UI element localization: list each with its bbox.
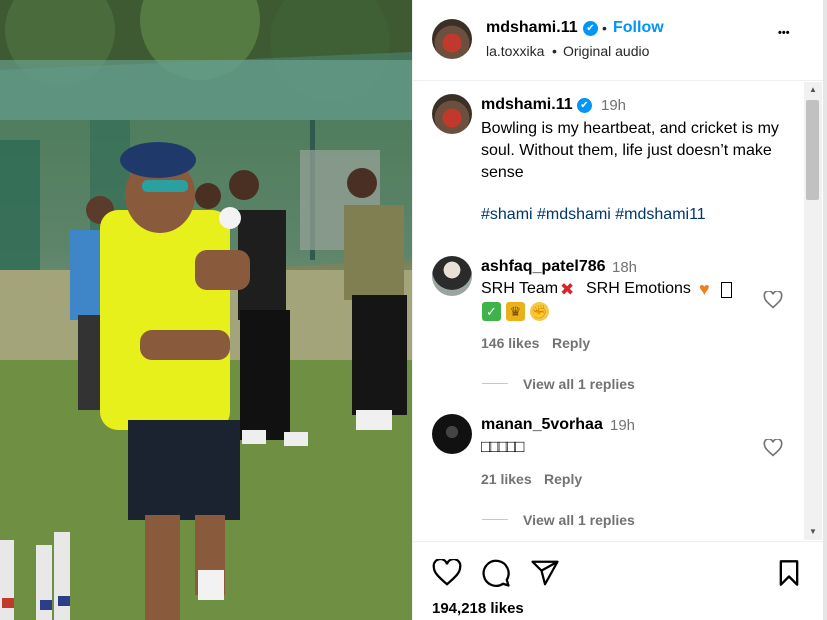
- trophy-icon: ♛: [506, 302, 525, 321]
- comment-like-heart-icon[interactable]: [763, 291, 783, 309]
- scroll-down-arrow-icon[interactable]: ▼: [809, 527, 817, 536]
- comment-like-count[interactable]: 146 likes: [481, 335, 539, 351]
- audio-label-link[interactable]: Original audio: [563, 43, 649, 59]
- audio-artist-link[interactable]: la.toxxika: [486, 43, 544, 59]
- comment-icon[interactable]: [481, 558, 511, 588]
- cross-mark-icon: ✖: [560, 280, 575, 299]
- header-divider: [413, 80, 823, 81]
- window-edge: [823, 0, 827, 620]
- post-media[interactable]: [0, 0, 412, 620]
- comment-reply-button[interactable]: Reply: [552, 335, 590, 351]
- more-options-icon[interactable]: •••: [778, 27, 790, 39]
- comment-like-heart-icon[interactable]: [763, 439, 783, 457]
- actions-divider: [413, 541, 823, 542]
- verified-badge-icon: ✔: [583, 21, 598, 36]
- replies-line: [482, 383, 508, 384]
- post-like-count[interactable]: 194,218 likes: [432, 600, 524, 617]
- comment-reply-button[interactable]: Reply: [544, 471, 582, 487]
- caption-avatar[interactable]: [432, 94, 472, 134]
- share-icon[interactable]: [530, 558, 560, 588]
- check-mark-icon: ✓: [482, 302, 501, 321]
- comment-username[interactable]: manan_5vorhaa: [481, 416, 603, 434]
- orange-heart-icon: ♥: [699, 279, 710, 299]
- caption-verified-badge-icon: ✔: [577, 98, 592, 113]
- caption-text: Bowling is my heartbeat, and cricket is …: [481, 120, 779, 181]
- author-avatar[interactable]: [432, 19, 472, 59]
- scrollbar-thumb[interactable]: [806, 100, 819, 200]
- comment-time[interactable]: 18h: [612, 259, 637, 276]
- comment-like-count[interactable]: 21 likes: [481, 471, 532, 487]
- caption-username[interactable]: mdshami.11: [481, 96, 573, 114]
- bookmark-icon[interactable]: [776, 559, 802, 587]
- missing-glyph-icon: [721, 282, 732, 298]
- author-username[interactable]: mdshami.11: [486, 19, 578, 37]
- replies-line: [482, 519, 508, 520]
- comment-text-part1: SRH Team: [481, 280, 559, 297]
- comment-time[interactable]: 19h: [610, 417, 635, 434]
- audio-separator: •: [552, 43, 557, 59]
- view-replies-button[interactable]: View all 1 replies: [523, 376, 635, 392]
- comment-username[interactable]: ashfaq_patel786: [481, 258, 606, 276]
- like-heart-icon[interactable]: [432, 559, 462, 587]
- comment-text: □□□□□: [481, 437, 524, 456]
- caption-time[interactable]: 19h: [601, 97, 626, 114]
- flexed-biceps-icon: ✊: [530, 302, 549, 321]
- caption-hashtags[interactable]: #shami #mdshami #mdshami11: [481, 206, 706, 224]
- comment-avatar[interactable]: [432, 414, 472, 454]
- scroll-up-arrow-icon[interactable]: ▲: [809, 85, 817, 94]
- comment-avatar[interactable]: [432, 256, 472, 296]
- follow-button[interactable]: Follow: [613, 19, 664, 37]
- comment-text-part2: SRH Emotions: [586, 280, 691, 297]
- view-replies-button[interactable]: View all 1 replies: [523, 512, 635, 528]
- header-separator: •: [602, 20, 607, 36]
- video-frame: [0, 0, 412, 620]
